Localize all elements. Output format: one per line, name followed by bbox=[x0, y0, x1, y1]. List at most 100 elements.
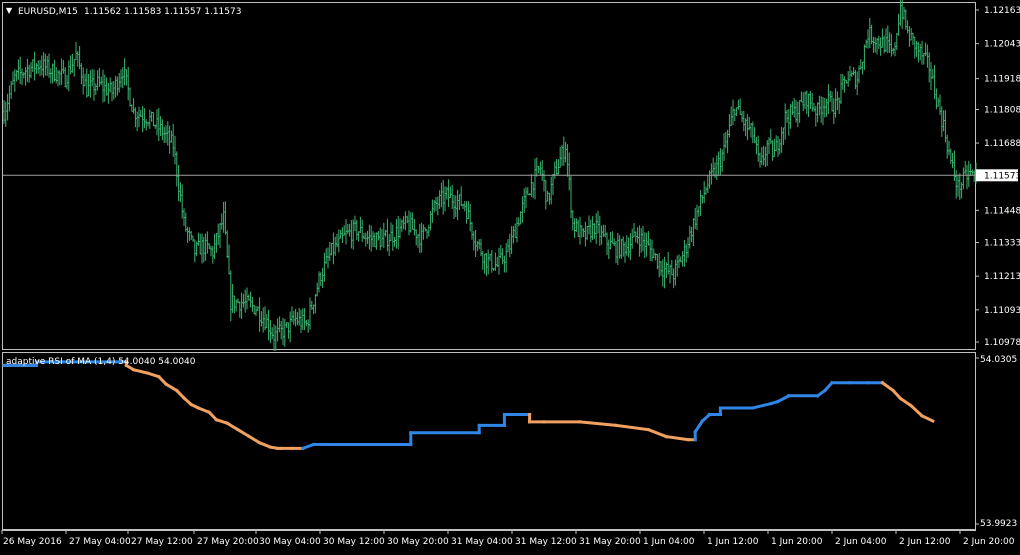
ohlc-bar bbox=[751, 121, 754, 144]
ohlc-bar bbox=[724, 131, 727, 149]
ohlc-bar bbox=[856, 71, 859, 96]
ohlc-bar bbox=[433, 199, 436, 213]
ohlc-bar bbox=[577, 219, 580, 237]
time-label: 1 Jun 12:00 bbox=[707, 537, 759, 547]
ohlc-bar bbox=[447, 179, 450, 208]
ohlc-bar bbox=[589, 219, 592, 243]
ohlc-bar bbox=[532, 182, 535, 198]
ohlc-bar bbox=[775, 135, 778, 152]
ohlc-bar bbox=[224, 201, 227, 235]
ohlc-bar bbox=[409, 212, 412, 233]
ohlc-bar bbox=[931, 68, 934, 79]
ohlc-bar bbox=[22, 71, 25, 79]
ohlc-bar bbox=[485, 252, 488, 277]
ohlc-bar bbox=[492, 268, 495, 271]
ohlc-bar bbox=[780, 127, 783, 153]
ohlc-bar bbox=[422, 224, 425, 240]
ohlc-bar bbox=[345, 219, 347, 245]
symbol-menu-arrow[interactable]: ▼ bbox=[6, 6, 13, 15]
ohlc-bar bbox=[489, 253, 491, 262]
ohlc-bar bbox=[958, 173, 961, 200]
ohlc-bar bbox=[190, 230, 193, 240]
ohlc-bar bbox=[573, 218, 576, 239]
ohlc-bar bbox=[49, 68, 52, 84]
ohlc-bar bbox=[177, 164, 180, 202]
ohlc-bar bbox=[721, 149, 724, 172]
ohlc-bar bbox=[136, 111, 139, 132]
ohlc-bar bbox=[19, 56, 22, 85]
ohlc-bar bbox=[715, 155, 718, 180]
ohlc-bar bbox=[523, 188, 526, 213]
ohlc-bar bbox=[53, 59, 56, 82]
ohlc-bar bbox=[602, 224, 605, 238]
ohlc-bar bbox=[138, 106, 140, 128]
ohlc-bar bbox=[256, 306, 259, 311]
ohlc-bar bbox=[634, 231, 637, 243]
ohlc-bar bbox=[377, 231, 380, 241]
ohlc-bar bbox=[804, 91, 806, 110]
ohlc-bar bbox=[314, 294, 317, 314]
ohlc-bar bbox=[507, 239, 509, 253]
indicator-segment bbox=[614, 423, 651, 432]
ohlc-bar bbox=[157, 108, 160, 142]
ohlc-bar bbox=[453, 195, 455, 220]
ohlc-bar bbox=[330, 242, 333, 256]
ohlc-bar bbox=[679, 256, 682, 263]
ohlc-bar bbox=[645, 232, 648, 257]
ohlc-bar bbox=[96, 70, 99, 91]
ohlc-bar bbox=[609, 232, 612, 250]
ohlc-bar bbox=[175, 151, 178, 187]
ohlc-bar bbox=[201, 233, 203, 264]
ohlc-bar bbox=[697, 206, 700, 217]
ohlc-bar bbox=[251, 297, 254, 312]
ohlc-bar bbox=[582, 228, 585, 238]
ohlc-bar bbox=[766, 140, 769, 167]
ohlc-bar bbox=[969, 163, 972, 176]
ohlc-bar bbox=[273, 324, 275, 351]
ohlc-bar bbox=[116, 76, 119, 96]
ohlc-bar bbox=[253, 304, 256, 315]
ohlc-bar bbox=[58, 70, 61, 86]
ohlc-bar bbox=[535, 157, 538, 177]
ohlc-bar bbox=[789, 103, 792, 129]
ohlc-bar bbox=[687, 237, 689, 258]
ohlc-bar bbox=[463, 200, 466, 212]
ohlc-bar bbox=[683, 239, 686, 267]
indicator-segment bbox=[246, 434, 262, 445]
indicator-segment bbox=[174, 388, 187, 401]
mt4-chart-window[interactable]: 1.12163 1.12043 1.11918 1.11808 1.11688 1.114… bbox=[0, 0, 1020, 551]
current-price-tag: 1.11573 bbox=[976, 169, 1020, 182]
ohlc-bar bbox=[863, 44, 866, 71]
ohlc-bar bbox=[903, 6, 905, 20]
ohlc-bar bbox=[883, 35, 886, 54]
ohlc-bar bbox=[4, 101, 7, 127]
ohlc-bar bbox=[348, 223, 351, 237]
ohlc-bar bbox=[154, 124, 157, 129]
ohlc-bar bbox=[820, 96, 823, 123]
ohlc-bar bbox=[323, 252, 326, 282]
ohlc-bar bbox=[125, 69, 128, 86]
ohlc-bar bbox=[737, 99, 740, 110]
ohlc-bar bbox=[872, 36, 875, 53]
ohlc-bar bbox=[971, 169, 974, 176]
ohlc-bar bbox=[332, 232, 335, 265]
ohlc-bar bbox=[451, 184, 454, 210]
ohlc-bar bbox=[89, 70, 92, 98]
ohlc-bar bbox=[562, 136, 565, 166]
indicator-segment bbox=[257, 440, 273, 450]
ohlc-bar bbox=[192, 235, 194, 242]
ohlc-bar bbox=[534, 158, 536, 200]
ohlc-bar bbox=[681, 251, 684, 267]
ohlc-bar bbox=[264, 306, 266, 331]
ohlc-bar bbox=[795, 100, 797, 123]
ohlc-bar bbox=[575, 218, 578, 232]
ohlc-bar bbox=[616, 232, 619, 265]
ohlc-bar bbox=[469, 204, 472, 232]
ohlc-bar bbox=[759, 152, 761, 168]
ohlc-bar bbox=[593, 223, 596, 239]
ohlc-bar bbox=[305, 319, 308, 327]
ohlc-bar bbox=[476, 240, 479, 252]
ohlc-bar bbox=[514, 223, 517, 239]
ohlc-bar bbox=[28, 64, 31, 83]
ohlc-bar bbox=[818, 95, 821, 116]
